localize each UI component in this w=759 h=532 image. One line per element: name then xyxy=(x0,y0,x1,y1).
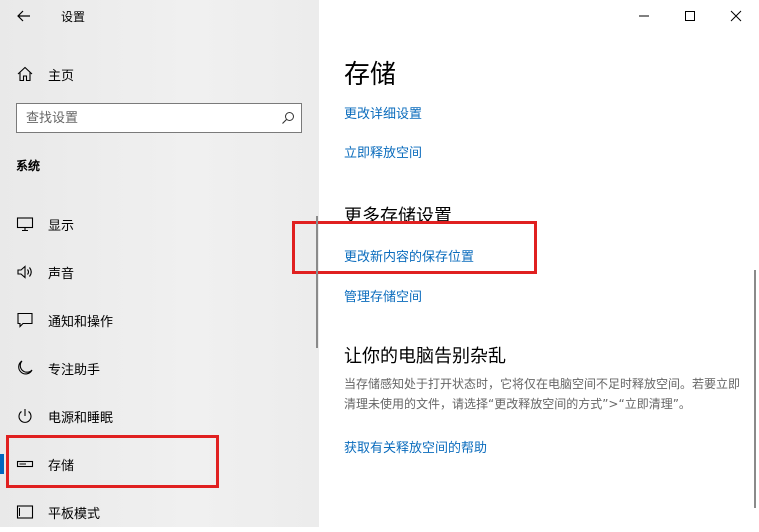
maximize-icon xyxy=(685,11,695,21)
close-button[interactable] xyxy=(721,4,751,28)
tablet-icon xyxy=(16,503,34,521)
manage-storage-link[interactable]: 管理存储空间 xyxy=(344,286,422,305)
nav-item-label: 专注助手 xyxy=(48,362,101,378)
power-icon xyxy=(16,407,34,425)
home-icon xyxy=(17,66,33,82)
back-button[interactable] xyxy=(12,4,38,28)
search-input[interactable] xyxy=(26,105,266,131)
nav-item-power[interactable]: 电源和睡眠 xyxy=(0,396,319,436)
search-box[interactable] xyxy=(16,103,302,133)
back-arrow-icon xyxy=(17,10,30,22)
nav-item-label: 电源和睡眠 xyxy=(48,410,114,426)
nav-item-notifications[interactable]: 通知和操作 xyxy=(0,300,319,340)
speaker-icon xyxy=(16,263,34,281)
section-title: 系统 xyxy=(16,159,41,173)
nav-item-label: 通知和操作 xyxy=(48,314,114,330)
nav-item-sound[interactable]: 声音 xyxy=(0,252,319,292)
declutter-heading: 让你的电脑告别杂乱 xyxy=(344,346,506,367)
minimize-icon xyxy=(639,15,649,17)
close-icon xyxy=(730,10,742,22)
minimize-button[interactable] xyxy=(629,4,659,28)
nav-item-display[interactable]: 显示 xyxy=(0,204,319,244)
nav-item-focus-assist[interactable]: 专注助手 xyxy=(0,348,319,388)
highlight-box-storage xyxy=(6,435,219,488)
sidebar: 设置 主页 系统 显示 声音 通知和操作 xyxy=(0,0,319,527)
declutter-description: 当存储感知处于打开状态时，它将仅在电脑空间不足时释放空间。若要立即清理未使用的文… xyxy=(344,377,741,411)
free-space-now-link[interactable]: 立即释放空间 xyxy=(344,142,422,161)
monitor-icon xyxy=(16,215,34,233)
search-icon[interactable] xyxy=(281,111,295,125)
nav-home[interactable]: 主页 xyxy=(16,64,74,84)
moon-icon xyxy=(16,359,34,377)
sidebar-scrollbar[interactable] xyxy=(316,216,318,348)
window-title: 设置 xyxy=(61,10,86,24)
message-icon xyxy=(16,311,34,329)
help-link[interactable]: 获取有关释放空间的帮助 xyxy=(344,437,487,456)
selected-indicator xyxy=(0,454,4,474)
content-scrollbar[interactable] xyxy=(754,270,756,508)
page-title: 存储 xyxy=(344,60,397,90)
nav-item-label: 显示 xyxy=(48,218,75,234)
maximize-button[interactable] xyxy=(675,4,705,28)
highlight-box-save-location xyxy=(292,221,537,274)
nav-item-label: 平板模式 xyxy=(48,506,101,522)
nav-item-tablet-mode[interactable]: 平板模式 xyxy=(0,492,319,532)
nav-home-label: 主页 xyxy=(48,68,75,84)
change-details-link[interactable]: 更改详细设置 xyxy=(344,103,422,122)
nav-item-label: 声音 xyxy=(48,266,75,282)
